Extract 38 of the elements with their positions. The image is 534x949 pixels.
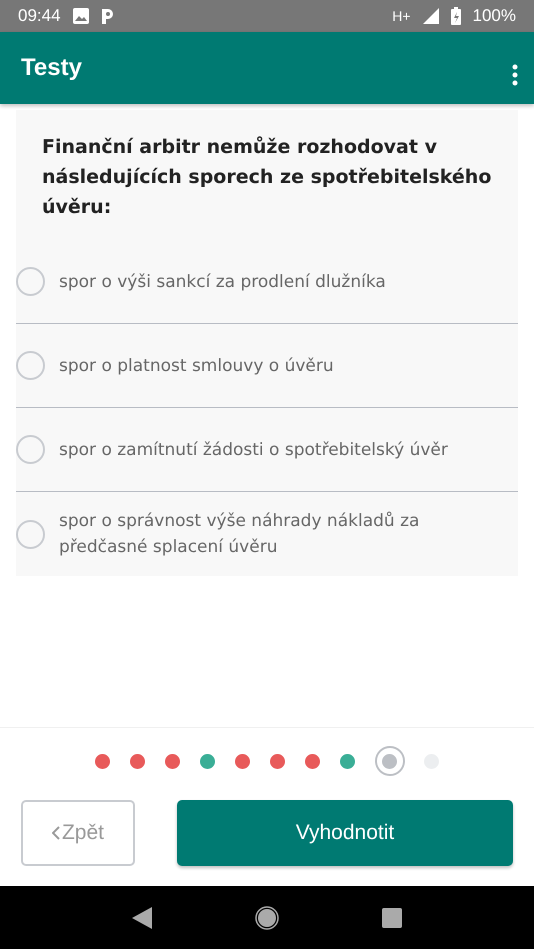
answer-text: spor o zamítnutí žádosti o spotřebitelský úvěr xyxy=(59,438,448,462)
back-button[interactable]: Zpět xyxy=(21,800,135,866)
back-icon[interactable] xyxy=(132,906,152,928)
recents-icon[interactable] xyxy=(382,908,402,928)
home-icon[interactable] xyxy=(254,906,279,930)
radio-button[interactable] xyxy=(16,351,45,380)
radio-button[interactable] xyxy=(16,520,45,548)
battery-icon xyxy=(450,7,461,25)
progress-dot[interactable] xyxy=(165,754,180,768)
question-text: Finanční arbitr nemůže rozhodovat v následujících sporech ze spotřebitelského úvěru: xyxy=(41,135,492,220)
signal-icon xyxy=(422,8,439,24)
radio-button[interactable] xyxy=(16,435,45,464)
app-title: Testy xyxy=(21,54,83,82)
answer-option[interactable]: spor o platnost smlouvy o úvěru xyxy=(16,324,518,408)
progress-dot[interactable] xyxy=(305,754,320,768)
answer-option[interactable]: spor o správnost výše náhrady nákladů za předčasné splacení úvěru xyxy=(16,492,518,576)
progress-dot[interactable] xyxy=(95,754,110,768)
network-type: H+ xyxy=(392,8,411,24)
progress-dot[interactable] xyxy=(340,754,355,768)
evaluate-button[interactable]: Vyhodnotit xyxy=(177,800,513,866)
battery-level: 100% xyxy=(472,6,516,26)
current-question-ring[interactable] xyxy=(374,746,404,776)
progress-dot[interactable] xyxy=(200,754,215,768)
answer-option[interactable]: spor o výši sankcí za prodlení dlužníka xyxy=(16,240,518,324)
progress-dot[interactable] xyxy=(130,754,145,768)
answer-text: spor o platnost smlouvy o úvěru xyxy=(59,354,334,378)
clock: 09:44 xyxy=(18,6,61,26)
chevron-left-icon xyxy=(52,826,60,840)
answer-text: spor o správnost výše náhrady nákladů za předčasné splacení úvěru xyxy=(59,510,420,559)
image-icon xyxy=(72,8,89,24)
progress-dot[interactable] xyxy=(270,754,285,768)
progress-dot[interactable] xyxy=(382,754,397,768)
menu-icon[interactable] xyxy=(512,64,518,86)
radio-button[interactable] xyxy=(16,267,45,296)
progress-dot[interactable] xyxy=(235,754,250,768)
answer-option[interactable]: spor o zamítnutí žádosti o spotřebitelský úvěr xyxy=(16,408,518,492)
answer-text: spor o výši sankcí za prodlení dlužníka xyxy=(59,270,386,294)
parking-icon xyxy=(100,8,115,24)
